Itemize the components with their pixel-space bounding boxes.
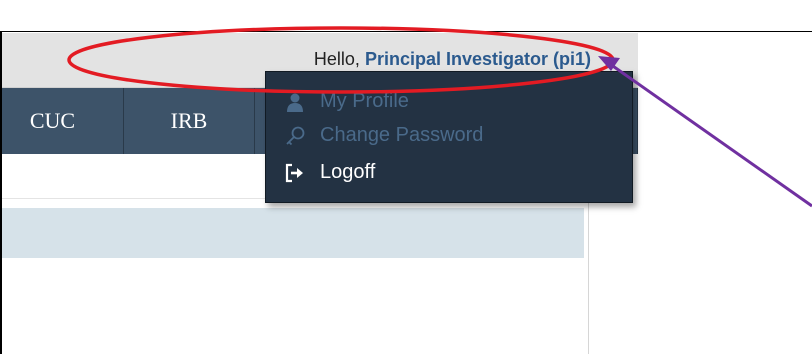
panel-header bbox=[2, 208, 584, 258]
logoff-icon bbox=[284, 162, 306, 184]
tab-irb[interactable]: IRB bbox=[124, 88, 255, 154]
menu-item-logoff[interactable]: Logoff bbox=[284, 161, 375, 184]
menu-item-label: Logoff bbox=[320, 161, 376, 183]
menu-item-change-password[interactable]: Change Password bbox=[284, 124, 483, 147]
tab-cuc[interactable]: CUC bbox=[2, 88, 124, 154]
caret-down-icon[interactable] bbox=[602, 56, 614, 64]
key-icon bbox=[284, 125, 306, 147]
user-greeting: Hello, Principal Investigator (pi1) bbox=[314, 49, 614, 70]
menu-item-my-profile[interactable]: My Profile bbox=[284, 90, 409, 113]
top-window-edge bbox=[0, 0, 812, 32]
user-icon bbox=[284, 91, 306, 113]
user-dropdown-menu: My Profile Change Password Logoff bbox=[265, 71, 633, 203]
menu-item-label: My Profile bbox=[320, 90, 409, 112]
greeting-label: Hello, bbox=[313, 49, 360, 69]
menu-item-label: Change Password bbox=[320, 124, 484, 146]
user-menu-toggle[interactable]: Principal Investigator (pi1) bbox=[365, 49, 591, 69]
pointer-arrow bbox=[609, 62, 812, 208]
